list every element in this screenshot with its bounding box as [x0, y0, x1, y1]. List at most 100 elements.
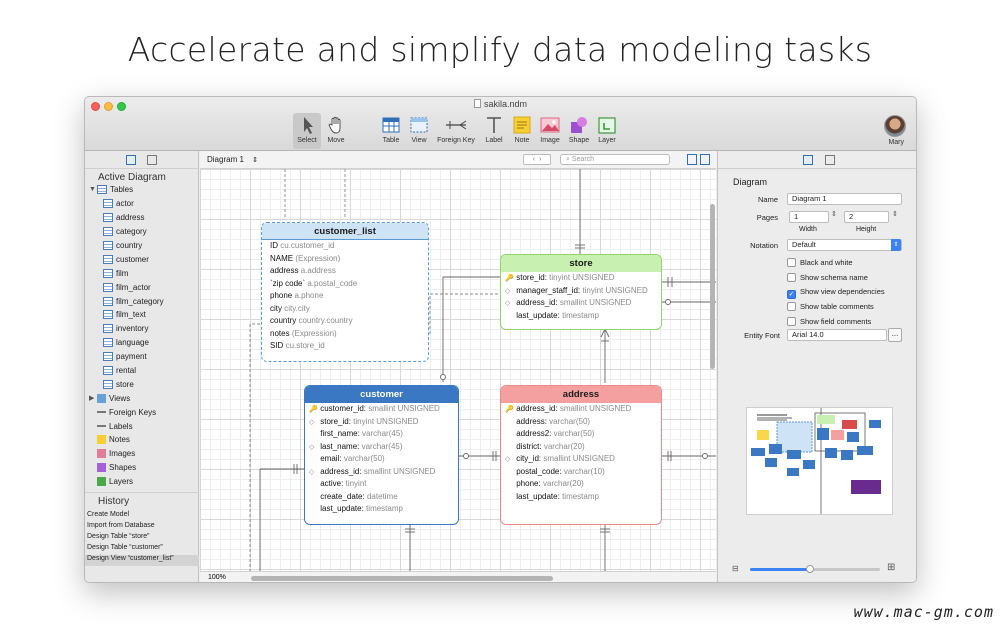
tree-group-images[interactable]: Images: [89, 447, 198, 461]
history-item[interactable]: Create Model: [85, 511, 199, 522]
disclosure-open-icon[interactable]: ▼: [89, 186, 97, 193]
checkbox-icon[interactable]: [787, 302, 796, 312]
field-row[interactable]: district: varchar(20): [501, 441, 661, 454]
back-forward-buttons[interactable]: ‹ ›: [523, 154, 551, 165]
pages-height-field[interactable]: 2: [844, 211, 889, 223]
field-row[interactable]: phone a.phone: [262, 290, 428, 303]
field-row[interactable]: address2: varchar(50): [501, 428, 661, 441]
field-row[interactable]: 🔑 store_id: tinyint UNSIGNED: [501, 272, 661, 285]
tree-table-payment[interactable]: payment: [89, 350, 198, 364]
tree-group-labels[interactable]: Labels: [89, 419, 198, 433]
field-row[interactable]: 🔑 customer_id: smallint UNSIGNED: [305, 403, 458, 416]
checkbox-icon[interactable]: [787, 272, 796, 282]
field-row[interactable]: 🔑 address_id: smallint UNSIGNED: [501, 403, 661, 416]
tree-table-country[interactable]: country: [89, 239, 198, 253]
field-row[interactable]: ◇ city_id: smallint UNSIGNED: [501, 453, 661, 466]
field-row[interactable]: ◇ store_id: tinyint UNSIGNED: [305, 416, 458, 429]
note-tool-button[interactable]: Note: [510, 113, 534, 149]
field-row[interactable]: email: varchar(50): [305, 453, 458, 466]
field-row[interactable]: ◇ manager_staff_id: tinyint UNSIGNED: [501, 285, 661, 298]
foreign-key-tool-button[interactable]: Foreign Key: [433, 113, 479, 149]
tree-group-shapes[interactable]: Shapes: [89, 461, 198, 475]
option-black-and-white[interactable]: Black and white: [787, 258, 853, 267]
field-row[interactable]: address a.address: [262, 265, 428, 278]
entity-font-field[interactable]: Arial 14.0: [787, 329, 887, 341]
properties-tab-icon[interactable]: [147, 155, 157, 165]
horizontal-scrollbar[interactable]: [251, 576, 553, 581]
option-show-schema-name[interactable]: Show schema name: [787, 272, 868, 282]
field-row[interactable]: last_update: timestamp: [305, 503, 458, 516]
tree-table-film_text[interactable]: film_text: [89, 308, 198, 322]
tree-group-notes[interactable]: Notes: [89, 433, 198, 447]
height-stepper[interactable]: ⇕: [892, 210, 898, 218]
tree-group-foreign-keys[interactable]: Foreign Keys: [89, 405, 198, 419]
width-stepper[interactable]: ⇕: [831, 210, 837, 218]
tree-table-language[interactable]: language: [89, 336, 198, 350]
history-item[interactable]: Design Table “store”: [85, 533, 199, 544]
checkbox-checked-icon[interactable]: ✓: [787, 290, 796, 300]
diagram-tab-icon[interactable]: [803, 155, 813, 165]
shape-tool-button[interactable]: Shape: [566, 113, 592, 149]
toggle-left-panel-icon[interactable]: [687, 154, 697, 165]
field-row[interactable]: country country.country: [262, 315, 428, 328]
diagram-grid[interactable]: customer_list ID cu.customer_id NAME (Exp…: [200, 169, 716, 571]
object-tab-icon[interactable]: [825, 155, 835, 165]
label-tool-button[interactable]: Label: [482, 113, 506, 149]
diagram-selector[interactable]: Diagram 1 ⇕: [207, 155, 258, 164]
field-row[interactable]: `zip code` a.postal_code: [262, 278, 428, 291]
image-tool-button[interactable]: Image: [537, 113, 563, 149]
tree-table-actor[interactable]: actor: [89, 197, 198, 211]
field-row[interactable]: first_name: varchar(45): [305, 428, 458, 441]
tree-table-inventory[interactable]: inventory: [89, 322, 198, 336]
select-tool-button[interactable]: Select: [293, 113, 321, 149]
option-show-view-dependencies[interactable]: ✓ Show view dependencies: [787, 287, 885, 300]
field-row[interactable]: SID cu.store_id: [262, 340, 428, 353]
entity-store[interactable]: store 🔑 store_id: tinyint UNSIGNED ◇ mana…: [500, 254, 662, 330]
field-row[interactable]: address: varchar(50): [501, 416, 661, 429]
zoom-level[interactable]: 100%: [208, 574, 226, 581]
field-row[interactable]: postal_code: varchar(10): [501, 466, 661, 479]
history-item[interactable]: Design View “customer_list”: [85, 555, 199, 566]
tree-table-address[interactable]: address: [89, 211, 198, 225]
zoom-slider-thumb[interactable]: [806, 565, 814, 573]
tree-table-film_actor[interactable]: film_actor: [89, 280, 198, 294]
overview-minimap[interactable]: [746, 407, 893, 515]
field-row[interactable]: phone: varchar(20): [501, 478, 661, 491]
tree-table-film_category[interactable]: film_category: [89, 294, 198, 308]
notation-select[interactable]: Default ⇕: [787, 239, 902, 251]
option-show-field-comments[interactable]: Show field comments: [787, 316, 871, 326]
history-item[interactable]: Import from Database: [85, 522, 199, 533]
tree-table-store[interactable]: store: [89, 377, 198, 391]
field-row[interactable]: notes (Expression): [262, 328, 428, 341]
field-row[interactable]: city city.city: [262, 303, 428, 316]
zoom-out-icon[interactable]: ⊟: [732, 564, 739, 573]
zoom-slider[interactable]: [750, 565, 880, 573]
objects-tab-icon[interactable]: [126, 155, 136, 165]
history-item[interactable]: Design Table “customer”: [85, 544, 199, 555]
layer-tool-button[interactable]: Layer: [594, 113, 620, 149]
field-row[interactable]: create_date: datetime: [305, 491, 458, 504]
entity-customer_list[interactable]: customer_list ID cu.customer_id NAME (Exp…: [261, 222, 429, 362]
table-tool-button[interactable]: Table: [378, 113, 404, 149]
tree-group-layers[interactable]: Layers: [89, 475, 198, 489]
tree-tables-group[interactable]: ▼ Tables: [89, 183, 198, 197]
zoom-in-icon[interactable]: ⊞: [887, 562, 895, 573]
field-row[interactable]: ID cu.customer_id: [262, 240, 428, 253]
checkbox-icon[interactable]: [787, 258, 796, 267]
pages-width-field[interactable]: 1: [789, 211, 829, 223]
diagram-name-field[interactable]: Diagram 1: [787, 193, 902, 205]
vertical-scrollbar[interactable]: [710, 204, 715, 369]
tree-table-rental[interactable]: rental: [89, 364, 198, 378]
entity-address[interactable]: address 🔑 address_id: smallint UNSIGNED …: [500, 385, 662, 525]
field-row[interactable]: last_update: timestamp: [501, 491, 661, 504]
tree-table-category[interactable]: category: [89, 225, 198, 239]
disclosure-closed-icon[interactable]: ▶: [89, 394, 97, 402]
field-row[interactable]: active: tinyint: [305, 478, 458, 491]
checkbox-icon[interactable]: [787, 316, 796, 326]
entity-customer[interactable]: customer 🔑 customer_id: smallint UNSIGNE…: [304, 385, 459, 525]
field-row[interactable]: last_update: timestamp: [501, 310, 661, 323]
tree-table-film[interactable]: film: [89, 266, 198, 280]
move-tool-button[interactable]: Move: [323, 113, 349, 149]
field-row[interactable]: NAME (Expression): [262, 253, 428, 266]
field-row[interactable]: ◇ last_name: varchar(45): [305, 441, 458, 454]
